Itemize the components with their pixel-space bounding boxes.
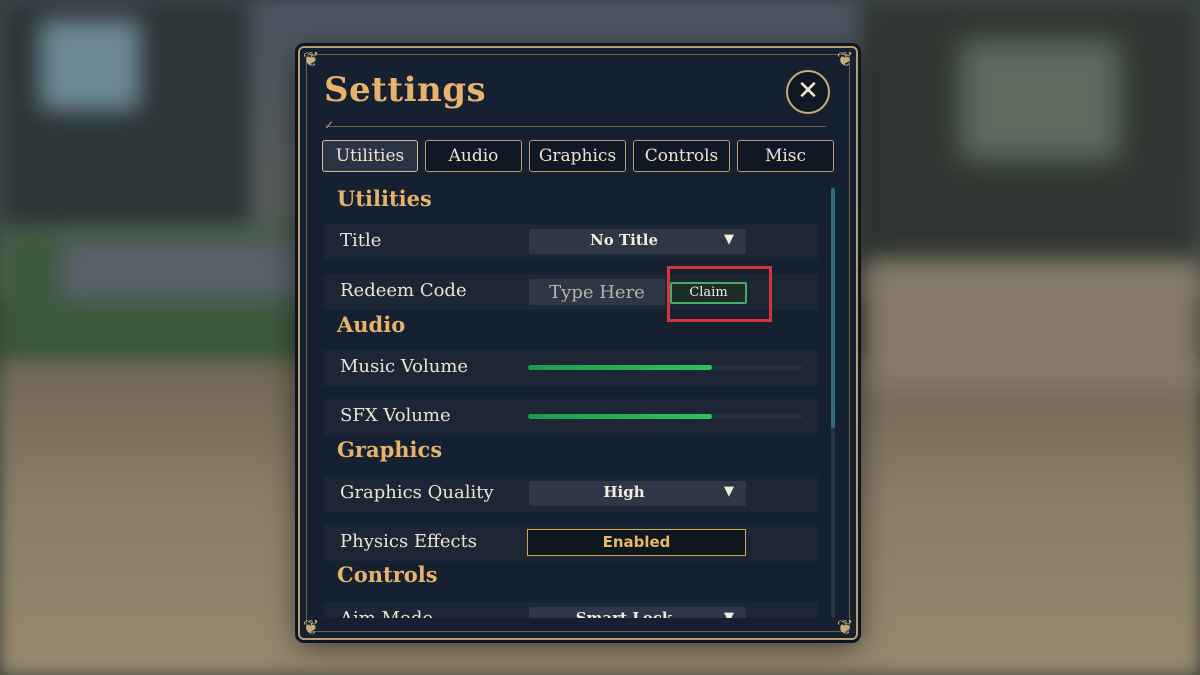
setting-row-sfx-volume: SFX Volume xyxy=(324,399,818,435)
music-volume-slider[interactable] xyxy=(528,365,802,370)
ornament-mark-icon: ✓ xyxy=(324,118,335,132)
chevron-down-icon: ▼ xyxy=(724,484,734,499)
chevron-down-icon: ▼ xyxy=(724,610,734,618)
section-heading-controls: Controls xyxy=(337,562,438,587)
physics-effects-toggle[interactable]: Enabled xyxy=(527,529,746,556)
sfx-volume-label: SFX Volume xyxy=(340,405,451,426)
sfx-volume-fill xyxy=(528,414,712,419)
setting-row-aim-mode: Aim Mode Smart Lock ▼ xyxy=(324,602,818,618)
music-volume-fill xyxy=(528,365,712,370)
graphics-quality-value: High xyxy=(603,483,645,501)
setting-row-graphics-quality: Graphics Quality High ▼ xyxy=(324,476,818,512)
graphics-quality-dropdown[interactable]: High ▼ xyxy=(529,481,746,506)
ornament-corner-icon: ❦ xyxy=(836,615,854,639)
setting-row-title: Title No Title ▼ xyxy=(324,224,818,260)
tab-audio[interactable]: Audio xyxy=(425,140,522,172)
tab-misc[interactable]: Misc xyxy=(737,140,834,172)
section-heading-utilities: Utilities xyxy=(337,186,432,211)
title-dropdown[interactable]: No Title ▼ xyxy=(529,229,746,254)
redeem-code-label: Redeem Code xyxy=(340,280,467,301)
music-volume-label: Music Volume xyxy=(340,356,469,377)
title-divider xyxy=(326,126,826,127)
section-heading-audio: Audio xyxy=(337,312,406,337)
aim-mode-dropdown[interactable]: Smart Lock ▼ xyxy=(529,607,746,618)
scrollbar-thumb[interactable] xyxy=(831,188,835,428)
sfx-volume-slider[interactable] xyxy=(528,414,802,419)
settings-panel: ❦ ❦ ❦ ❦ Settings ✕ ✓ Utilities Audio Gra… xyxy=(298,46,858,640)
aim-mode-value: Smart Lock xyxy=(575,609,673,618)
setting-row-physics-effects: Physics Effects Enabled xyxy=(324,525,818,561)
ornament-corner-icon: ❦ xyxy=(302,615,320,639)
tab-utilities[interactable]: Utilities xyxy=(322,140,418,172)
tab-graphics[interactable]: Graphics xyxy=(529,140,626,172)
title-label: Title xyxy=(340,230,382,251)
close-icon[interactable]: ✕ xyxy=(786,70,830,114)
panel-title: Settings xyxy=(324,70,487,110)
tab-controls[interactable]: Controls xyxy=(633,140,730,172)
redeem-code-input[interactable] xyxy=(529,279,665,305)
content-scrollbar[interactable] xyxy=(831,188,835,618)
chevron-down-icon: ▼ xyxy=(724,232,734,247)
aim-mode-label: Aim Mode xyxy=(340,608,433,618)
settings-content: Utilities Title No Title ▼ Redeem Code C… xyxy=(324,184,824,618)
ornament-corner-icon: ❦ xyxy=(836,47,854,71)
ornament-corner-icon: ❦ xyxy=(302,47,320,71)
setting-row-music-volume: Music Volume xyxy=(324,350,818,386)
physics-effects-label: Physics Effects xyxy=(340,531,478,552)
title-dropdown-value: No Title xyxy=(590,231,658,249)
graphics-quality-label: Graphics Quality xyxy=(340,482,494,503)
claim-button[interactable]: Claim xyxy=(670,282,747,304)
settings-tabs: Utilities Audio Graphics Controls Misc xyxy=(322,140,834,172)
setting-row-redeem-code: Redeem Code Claim xyxy=(324,266,818,322)
section-heading-graphics: Graphics xyxy=(337,437,443,462)
